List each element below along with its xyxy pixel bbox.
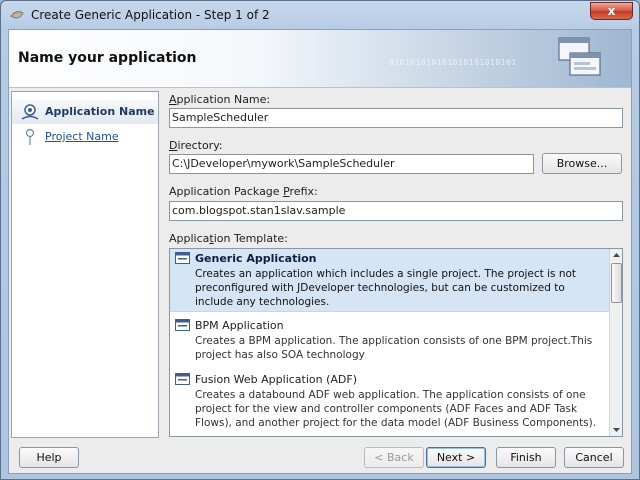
help-button[interactable]: Help [19, 447, 79, 468]
back-button[interactable]: < Back [364, 447, 424, 468]
dialog-client-area: Name your application 010101010101010101… [8, 29, 632, 474]
application-template-icon [175, 373, 190, 385]
template-item-generic-application[interactable]: Generic Application Creates an applicati… [170, 249, 609, 312]
nav-item-application-name[interactable]: Application Name [12, 100, 158, 124]
jdeveloper-icon [10, 11, 24, 19]
template-item-bpm-application[interactable]: BPM Application Creates a BPM applicatio… [170, 316, 609, 366]
wizard-header: Name your application 010101010101010101… [9, 30, 631, 88]
template-item-fusion-web-application[interactable]: Fusion Web Application (ADF) Creates a d… [170, 370, 609, 436]
template-list[interactable]: Generic Application Creates an applicati… [169, 248, 623, 437]
binary-decoration: 010101010101010101010101 [389, 58, 517, 67]
browse-button[interactable]: Browse... [542, 153, 622, 174]
nav-step-icon [25, 128, 35, 145]
scrollbar-thumb[interactable] [611, 263, 622, 303]
scroll-up-arrow-icon[interactable] [611, 250, 622, 261]
dialog-window: Create Generic Application - Step 1 of 2… [0, 0, 640, 480]
label-text: Application Package [169, 185, 284, 198]
application-name-field[interactable]: SampleScheduler [169, 108, 623, 128]
directory-label: Directory: [169, 139, 223, 152]
template-description: Creates an application which includes a … [195, 268, 577, 308]
page-title: Name your application [18, 50, 197, 66]
label-text: irectory: [177, 139, 223, 152]
label-text: refix: [289, 185, 318, 198]
package-prefix-label: Application Package Prefix: [169, 185, 318, 198]
template-title: BPM Application [195, 319, 284, 332]
application-template-icon [175, 252, 190, 264]
mnemonic: A [169, 93, 177, 106]
finish-button[interactable]: Finish [496, 447, 556, 468]
cancel-button[interactable]: Cancel [564, 447, 624, 468]
label-text: ion Template: [213, 232, 288, 245]
scroll-down-arrow-icon[interactable] [611, 424, 622, 435]
wizard-step-nav: Application Name Project Name [11, 91, 159, 438]
nav-item-label: Application Name [45, 105, 155, 118]
wizard-windows-icon [558, 37, 601, 76]
nav-item-label: Project Name [45, 130, 119, 143]
next-button[interactable]: Next > [426, 447, 486, 468]
label-text: Applica [169, 232, 210, 245]
window-title: Create Generic Application - Step 1 of 2 [31, 8, 270, 22]
application-template-label: Application Template: [169, 232, 288, 245]
template-title: Generic Application [195, 252, 317, 265]
directory-field[interactable]: C:\JDeveloper\mywork\SampleScheduler [169, 154, 534, 174]
template-description: Creates a BPM application. The applicati… [195, 335, 593, 361]
title-bar[interactable]: Create Generic Application - Step 1 of 2… [1, 1, 639, 29]
nav-current-step-icon [21, 104, 39, 120]
nav-item-project-name[interactable]: Project Name [12, 125, 158, 149]
label-text: pplication Name: [176, 93, 271, 106]
wizard-footer: Help < Back Next > Finish Cancel [9, 444, 631, 474]
application-name-label: Application Name: [169, 93, 270, 106]
application-template-icon [175, 319, 190, 331]
help-label: Help [36, 451, 62, 464]
template-description: Creates a databound ADF web application.… [195, 389, 597, 429]
close-button[interactable]: x [590, 2, 633, 20]
close-icon: x [607, 4, 616, 18]
wizard-content: Application Name: SampleScheduler Direct… [169, 91, 629, 441]
template-title: Fusion Web Application (ADF) [195, 373, 358, 386]
template-list-scrollbar[interactable] [609, 249, 622, 436]
package-prefix-field[interactable]: com.blogspot.stan1slav.sample [169, 201, 623, 221]
